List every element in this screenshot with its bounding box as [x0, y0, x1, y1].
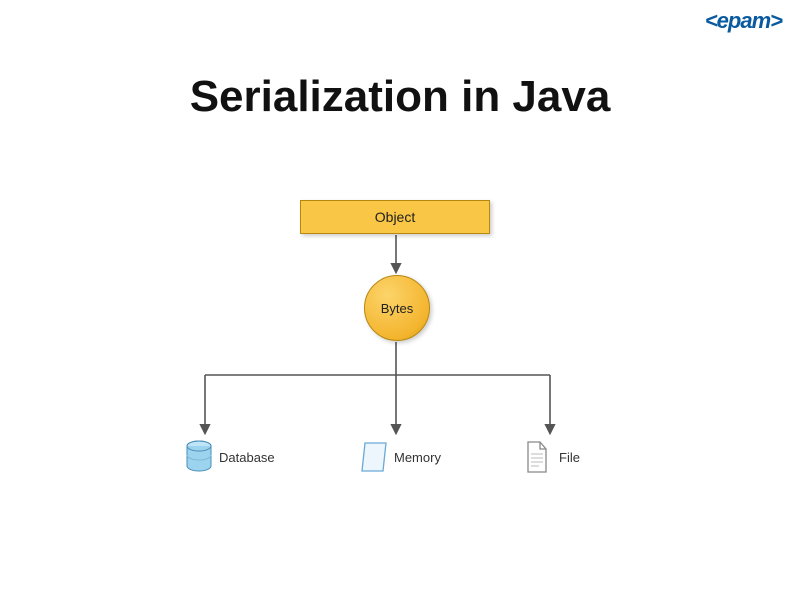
serialization-diagram: Object Bytes Database Memory: [175, 200, 625, 520]
object-label: Object: [375, 209, 415, 225]
bytes-label: Bytes: [381, 301, 414, 316]
destination-memory: Memory: [360, 440, 441, 474]
destination-database: Database: [185, 440, 275, 474]
file-label: File: [559, 450, 580, 465]
memory-icon: [360, 440, 388, 474]
epam-logo: <epam>: [705, 8, 782, 34]
database-icon: [185, 440, 213, 474]
database-label: Database: [219, 450, 275, 465]
memory-label: Memory: [394, 450, 441, 465]
bytes-node: Bytes: [364, 275, 430, 341]
page-title: Serialization in Java: [0, 72, 800, 122]
object-node: Object: [300, 200, 490, 234]
file-icon: [525, 440, 553, 474]
destination-file: File: [525, 440, 580, 474]
